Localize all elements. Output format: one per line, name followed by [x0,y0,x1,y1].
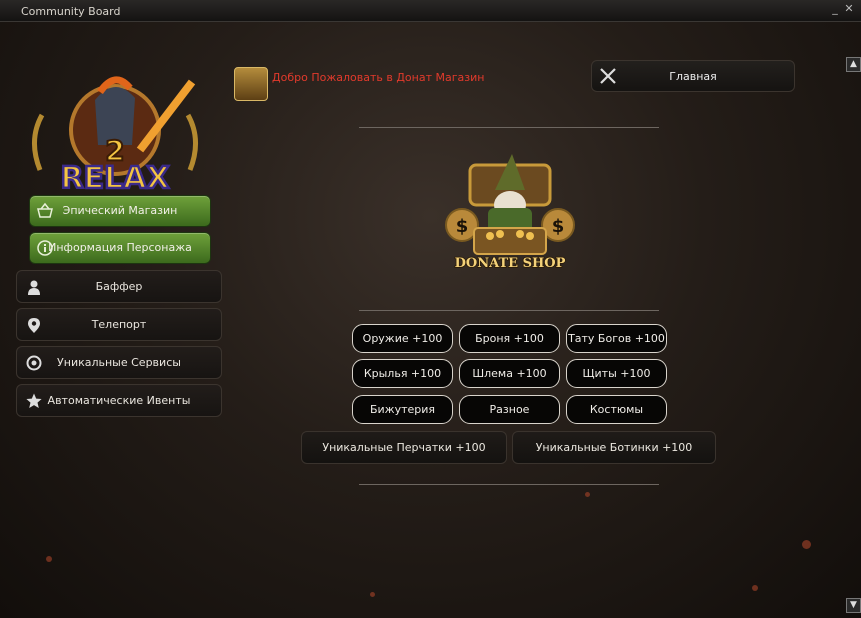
home-button[interactable]: Главная [591,60,795,92]
ember-decoration [752,585,758,591]
home-button-label: Главная [669,70,717,83]
sidebar-item-label: Эпический Магазин [62,204,178,217]
donate-shop-icon [234,67,268,101]
category-button-misc[interactable]: Разное [459,395,560,424]
category-button-unique-boots[interactable]: Уникальные Ботинки +100 [512,431,716,464]
community-board-window: Community Board _ ✕ 2 RELAX Эпический Ма… [0,0,861,618]
category-button-costumes[interactable]: Костюмы [566,395,667,424]
category-button-shields[interactable]: Щиты +100 [566,359,667,388]
ember-decoration [46,556,52,562]
sidebar-item-label: Телепорт [91,318,147,331]
logo-text: RELAX [60,161,169,196]
ember-decoration [585,492,590,497]
donate-shop-logo-text: DONATE SHOP [455,256,566,271]
donate-shop-logo: $ $ DONATE SHOP [445,154,575,272]
category-button-tattoos[interactable]: Тату Богов +100 [566,324,667,353]
welcome-text: Добро Пожаловать в Донат Магазин [272,71,485,84]
close-icon[interactable]: ✕ [843,3,855,15]
sidebar-item-label: Автоматические Ивенты [47,394,191,407]
ember-decoration [802,540,811,549]
sidebar-item-label: Баффер [95,280,143,293]
window-title: Community Board [21,5,121,18]
svg-text:$: $ [552,216,565,237]
sidebar-item-epic-shop[interactable]: Эпический Магазин [29,195,211,227]
ember-decoration [370,592,375,597]
sidebar-item-label: Уникальные Сервисы [57,356,181,369]
divider [359,310,659,311]
sidebar-item-auto-events[interactable]: Автоматические Ивенты [16,384,222,417]
svg-text:$: $ [456,216,469,237]
sidebar-item-teleport[interactable]: Телепорт [16,308,222,341]
title-bar: Community Board _ ✕ [0,0,861,22]
sidebar-item-character-info[interactable]: Информация Персонажа [29,232,211,264]
category-button-unique-gloves[interactable]: Уникальные Перчатки +100 [301,431,507,464]
sidebar-item-buffer[interactable]: Баффер [16,270,222,303]
category-button-armor[interactable]: Броня +100 [459,324,560,353]
server-logo: 2 RELAX [32,76,198,197]
minimize-icon[interactable]: _ [829,3,841,15]
category-button-helmets[interactable]: Шлема +100 [459,359,560,388]
category-button-wings[interactable]: Крылья +100 [352,359,453,388]
sidebar-item-unique-services[interactable]: Уникальные Сервисы [16,346,222,379]
divider [359,484,659,485]
scroll-down-button[interactable]: ▼ [846,598,861,613]
category-button-jewelry[interactable]: Бижутерия [352,395,453,424]
scroll-up-button[interactable]: ▲ [846,57,861,72]
category-button-weapons[interactable]: Оружие +100 [352,324,453,353]
sidebar-item-label: Информация Персонажа [48,241,192,254]
divider [359,127,659,128]
